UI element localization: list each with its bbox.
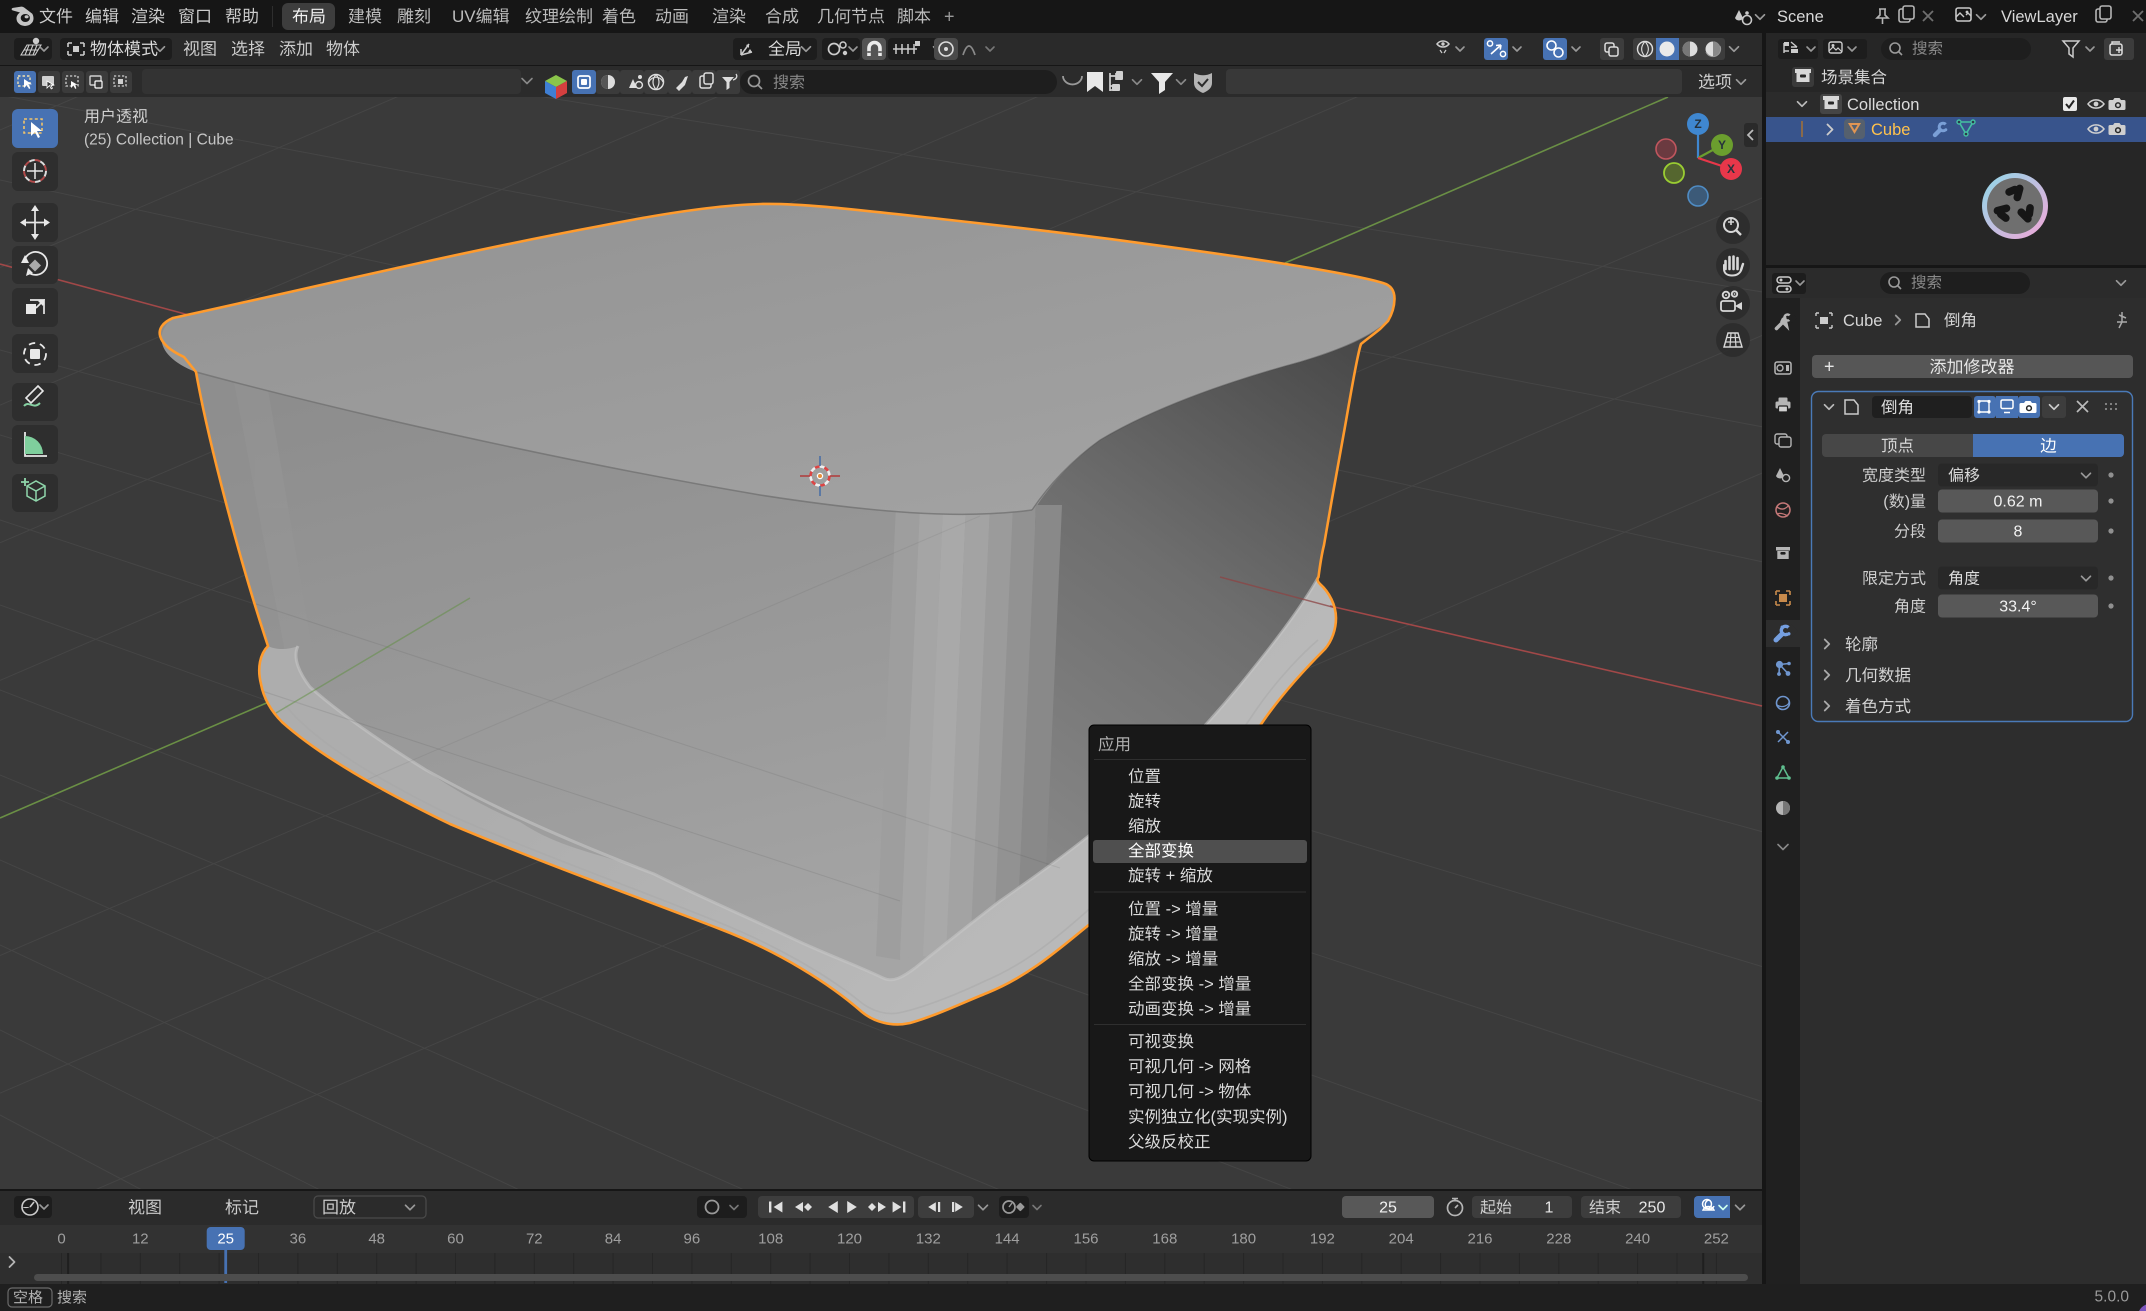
svg-text:->: -> xyxy=(1194,975,1218,993)
svg-text:132: 132 xyxy=(916,1230,941,1247)
svg-text:180: 180 xyxy=(1231,1230,1256,1247)
svg-text:(25) Collection | Cube: (25) Collection | Cube xyxy=(84,132,234,149)
svg-text:12: 12 xyxy=(132,1230,149,1247)
svg-text:120: 120 xyxy=(837,1230,862,1247)
svg-text:): ) xyxy=(1905,494,1910,511)
svg-text:ViewLayer: ViewLayer xyxy=(2001,8,2078,26)
svg-text:96: 96 xyxy=(684,1230,701,1247)
svg-text:Cube: Cube xyxy=(1843,312,1882,330)
svg-text:1: 1 xyxy=(1545,1200,1554,1217)
svg-text:25: 25 xyxy=(217,1230,234,1247)
svg-text:+: + xyxy=(944,6,955,26)
svg-text:144: 144 xyxy=(995,1230,1020,1247)
svg-text:+: + xyxy=(1161,867,1180,885)
svg-text:84: 84 xyxy=(605,1230,622,1247)
svg-text:36: 36 xyxy=(290,1230,307,1247)
svg-text:Scene: Scene xyxy=(1777,8,1824,26)
svg-text:250: 250 xyxy=(1639,1200,1666,1217)
svg-text:->: -> xyxy=(1194,1058,1218,1076)
svg-text:0: 0 xyxy=(57,1230,65,1247)
svg-text:60: 60 xyxy=(447,1230,464,1247)
svg-text:5.0.0: 5.0.0 xyxy=(2095,1289,2130,1306)
svg-text:): ) xyxy=(1282,1108,1288,1126)
svg-text:->: -> xyxy=(1194,1000,1218,1018)
svg-text:204: 204 xyxy=(1389,1230,1414,1247)
svg-text:240: 240 xyxy=(1625,1230,1650,1247)
svg-text:216: 216 xyxy=(1467,1230,1492,1247)
svg-text:156: 156 xyxy=(1073,1230,1098,1247)
svg-text:X: X xyxy=(1727,162,1735,176)
svg-text:->: -> xyxy=(1194,1083,1218,1101)
svg-text:8: 8 xyxy=(2014,524,2023,541)
svg-text:108: 108 xyxy=(758,1230,783,1247)
svg-text:->: -> xyxy=(1161,900,1185,918)
svg-text:->: -> xyxy=(1161,950,1185,968)
svg-text:72: 72 xyxy=(526,1230,543,1247)
svg-text:48: 48 xyxy=(368,1230,385,1247)
svg-text:(: ( xyxy=(1211,1108,1217,1126)
svg-text:0.62 m: 0.62 m xyxy=(1994,494,2043,511)
svg-text:Z: Z xyxy=(1694,117,1701,131)
svg-text:->: -> xyxy=(1161,925,1185,943)
svg-text:UV: UV xyxy=(452,7,476,26)
svg-text:33.4°: 33.4° xyxy=(1999,599,2037,616)
svg-text:192: 192 xyxy=(1310,1230,1335,1247)
svg-text:Cube: Cube xyxy=(1871,121,1910,139)
svg-text:+: + xyxy=(1824,356,1835,376)
svg-text:(: ( xyxy=(1883,494,1889,511)
svg-text:252: 252 xyxy=(1704,1230,1729,1247)
svg-text:25: 25 xyxy=(1379,1200,1397,1217)
svg-text:Y: Y xyxy=(1718,138,1726,152)
svg-text:168: 168 xyxy=(1152,1230,1177,1247)
svg-text:228: 228 xyxy=(1546,1230,1571,1247)
svg-text:Collection: Collection xyxy=(1847,96,1919,114)
